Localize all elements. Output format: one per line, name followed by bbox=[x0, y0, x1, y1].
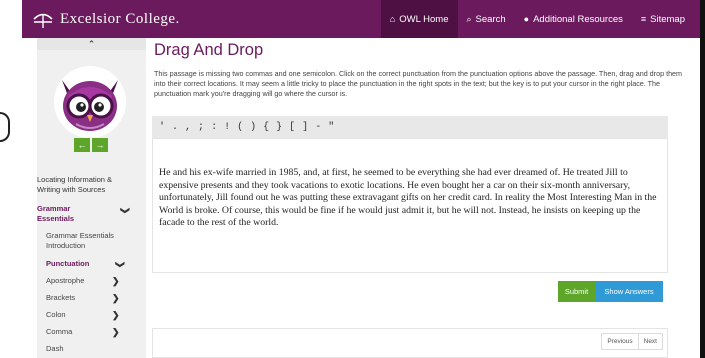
passage-drop-area[interactable]: He and his ex-wife married in 1985, and,… bbox=[152, 138, 668, 273]
nav-label: Additional Resources bbox=[533, 13, 623, 25]
sidebar-item-punctuation[interactable]: Punctuation bbox=[46, 259, 89, 269]
top-navbar: Excelsior College. ⌂ OWL Home ⌕ Search ●… bbox=[22, 0, 700, 38]
chevron-down-icon[interactable]: ❯ bbox=[119, 207, 130, 215]
punctuation-option[interactable]: ( bbox=[237, 122, 243, 133]
chevron-right-icon[interactable]: ❯ bbox=[112, 293, 120, 304]
nav-search[interactable]: ⌕ Search bbox=[458, 0, 515, 38]
sidebar-item-apostrophe[interactable]: Apostrophe bbox=[46, 276, 84, 286]
nav-sitemap[interactable]: ≡ Sitemap bbox=[632, 0, 694, 38]
brand-logo[interactable]: Excelsior College. bbox=[32, 8, 180, 30]
punctuation-options-bar: ' . , ; : ! ( ) { } [ ] - " bbox=[152, 116, 668, 138]
sidebar-item-brackets[interactable]: Brackets bbox=[46, 293, 75, 303]
nav-additional-resources[interactable]: ● Additional Resources bbox=[515, 0, 632, 38]
chevron-up-icon: ⌃ bbox=[87, 38, 96, 49]
gutter-bracket-mark bbox=[0, 112, 10, 142]
sidebar-item-grammar-essentials[interactable]: Grammar Essentials bbox=[37, 204, 97, 224]
sidebar-item-colon[interactable]: Colon bbox=[46, 310, 66, 320]
sidebar-item-dash[interactable]: Dash bbox=[46, 344, 64, 354]
chevron-right-icon[interactable]: ❯ bbox=[112, 327, 120, 338]
top-nav: ⌂ OWL Home ⌕ Search ● Additional Resourc… bbox=[380, 0, 694, 38]
chevron-right-icon[interactable]: ❯ bbox=[112, 276, 120, 287]
nav-label: OWL Home bbox=[399, 13, 449, 25]
nav-owl-home[interactable]: ⌂ OWL Home bbox=[380, 0, 458, 38]
arrow-right-icon: → bbox=[95, 140, 105, 150]
prev-page-button[interactable]: ← bbox=[74, 138, 90, 152]
nav-label: Search bbox=[475, 13, 506, 25]
nav-label: Sitemap bbox=[650, 13, 685, 25]
chevron-down-icon[interactable]: ❯ bbox=[114, 261, 125, 269]
page: Excelsior College. ⌂ OWL Home ⌕ Search ●… bbox=[0, 0, 705, 358]
punctuation-option[interactable]: ' bbox=[159, 122, 165, 133]
search-icon: ⌕ bbox=[466, 13, 472, 24]
brand-name: Excelsior College. bbox=[60, 10, 180, 27]
home-icon: ⌂ bbox=[389, 14, 396, 24]
punctuation-option[interactable]: ! bbox=[224, 122, 230, 133]
chevron-right-icon[interactable]: ❯ bbox=[112, 310, 120, 321]
punctuation-option[interactable]: - bbox=[315, 122, 321, 133]
right-border bbox=[700, 0, 705, 358]
sidebar: ⌃ ← → Locating Information & Writing wit… bbox=[37, 38, 146, 358]
sidebar-item-comma[interactable]: Comma bbox=[46, 327, 72, 337]
page-pager: Previous Next bbox=[152, 328, 668, 358]
punctuation-option[interactable]: " bbox=[328, 122, 334, 133]
next-page-button[interactable]: → bbox=[92, 138, 108, 152]
punctuation-option[interactable]: . bbox=[172, 122, 178, 133]
next-button[interactable]: Next bbox=[637, 334, 662, 349]
collapse-sidebar-button[interactable]: ⌃ bbox=[37, 38, 146, 50]
submit-button[interactable]: Submit bbox=[558, 281, 595, 302]
owl-mascot-icon bbox=[54, 66, 126, 138]
instructions-text: This passage is missing two commas and o… bbox=[154, 69, 683, 98]
punctuation-option[interactable]: ; bbox=[198, 122, 204, 133]
punctuation-option[interactable]: , bbox=[185, 122, 191, 133]
arrow-left-icon: ← bbox=[77, 140, 87, 150]
sidebar-pager: ← → bbox=[74, 138, 108, 152]
previous-button[interactable]: Previous bbox=[602, 334, 637, 349]
list-icon: ≡ bbox=[640, 14, 647, 24]
main-content: Drag And Drop This passage is missing tw… bbox=[146, 38, 700, 358]
punctuation-option[interactable]: ) bbox=[250, 122, 256, 133]
left-gutter bbox=[0, 0, 22, 358]
punctuation-option[interactable]: { bbox=[263, 122, 269, 133]
punctuation-option[interactable]: : bbox=[211, 122, 217, 133]
punctuation-option[interactable]: } bbox=[276, 122, 282, 133]
punctuation-option[interactable]: [ bbox=[289, 122, 295, 133]
plus-circle-icon: ● bbox=[523, 14, 530, 24]
page-title: Drag And Drop bbox=[154, 41, 264, 59]
show-answers-button[interactable]: Show Answers bbox=[595, 281, 663, 302]
sidebar-item-grammar-essentials-introduction[interactable]: Grammar Essentials Introduction bbox=[46, 231, 136, 251]
sidebar-item-locating-information[interactable]: Locating Information & Writing with Sour… bbox=[37, 175, 132, 195]
pager-buttons: Previous Next bbox=[601, 333, 663, 350]
punctuation-option[interactable]: ] bbox=[302, 122, 308, 133]
passage-text[interactable]: He and his ex-wife married in 1985, and,… bbox=[159, 167, 665, 230]
excelsior-logo-icon bbox=[33, 13, 53, 28]
